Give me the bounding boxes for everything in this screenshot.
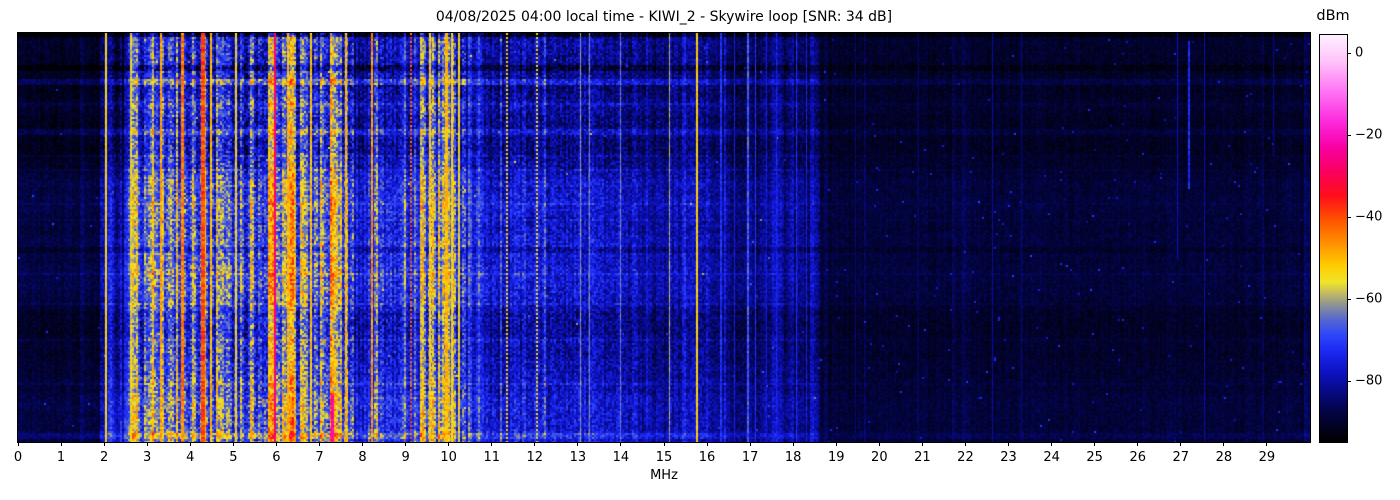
colorbar-tick-mark	[1347, 216, 1351, 218]
x-tick-label: 18	[784, 450, 802, 465]
colorbar-tick-label: 0	[1355, 45, 1364, 61]
x-tick-label: 24	[1043, 450, 1060, 465]
spectrogram-figure: 04/08/2025 04:00 local time - KIWI_2 - S…	[0, 0, 1400, 500]
colorbar-tick-label: −60	[1355, 291, 1383, 307]
x-tick-mark	[103, 442, 105, 446]
x-tick-label: 12	[526, 450, 544, 465]
colorbar-tick-label: −20	[1355, 127, 1383, 143]
x-tick-label: 17	[741, 450, 759, 465]
x-tick-mark	[405, 442, 407, 446]
x-tick-mark	[232, 442, 234, 446]
x-tick-mark	[878, 442, 880, 446]
x-tick-label: 1	[56, 450, 66, 465]
colorbar-gradient	[1320, 35, 1347, 442]
x-tick-mark	[706, 442, 708, 446]
x-tick-mark	[1180, 442, 1182, 446]
x-tick-mark	[1008, 442, 1010, 446]
x-tick-label: 4	[186, 450, 195, 465]
x-tick-label: 8	[358, 450, 367, 465]
x-tick-label: 15	[655, 450, 673, 465]
x-tick-mark	[362, 442, 364, 446]
x-tick-mark	[1094, 442, 1096, 446]
x-tick-mark	[577, 442, 579, 446]
x-tick-mark	[146, 442, 148, 446]
x-tick-label: 10	[440, 450, 457, 465]
x-axis-label: MHz	[650, 468, 678, 483]
x-tick-label: 19	[827, 450, 845, 465]
colorbar-tick-label: −40	[1355, 209, 1383, 225]
x-tick-mark	[1266, 442, 1268, 446]
colorbar-tick-mark	[1347, 298, 1351, 300]
x-tick-label: 26	[1129, 450, 1146, 465]
colorbar-unit-label: dBm	[1316, 8, 1350, 24]
x-tick-mark	[663, 442, 665, 446]
waterfall-heatmap	[18, 33, 1310, 442]
x-tick-label: 22	[957, 450, 974, 465]
x-tick-label: 3	[143, 450, 152, 465]
colorbar-tick-mark	[1347, 134, 1351, 136]
x-tick-mark	[17, 442, 19, 446]
x-tick-label: 14	[612, 450, 630, 465]
x-tick-mark	[1137, 442, 1139, 446]
x-tick-label: 28	[1215, 450, 1233, 465]
x-tick-mark	[448, 442, 450, 446]
x-tick-label: 6	[272, 450, 281, 465]
x-tick-mark	[921, 442, 923, 446]
x-tick-label: 27	[1172, 450, 1190, 465]
x-tick-mark	[189, 442, 191, 446]
x-tick-mark	[1051, 442, 1053, 446]
x-tick-mark	[491, 442, 493, 446]
x-tick-mark	[60, 442, 62, 446]
x-tick-label: 5	[229, 450, 238, 465]
x-tick-mark	[792, 442, 794, 446]
colorbar-tick-mark	[1347, 52, 1351, 54]
x-tick-label: 0	[13, 450, 23, 465]
plot-title: 04/08/2025 04:00 local time - KIWI_2 - S…	[435, 9, 893, 25]
x-tick-label: 16	[698, 450, 716, 465]
x-tick-mark	[534, 442, 536, 446]
x-tick-label: 20	[871, 450, 888, 465]
x-tick-label: 11	[483, 450, 500, 465]
x-tick-mark	[749, 442, 751, 446]
x-tick-label: 25	[1086, 450, 1103, 465]
x-tick-mark	[275, 442, 277, 446]
x-tick-label: 7	[315, 450, 324, 465]
x-tick-mark	[1223, 442, 1225, 446]
x-tick-label: 21	[914, 450, 931, 465]
x-tick-mark	[620, 442, 622, 446]
colorbar-tick-mark	[1347, 380, 1351, 382]
x-tick-label: 13	[569, 450, 587, 465]
x-tick-mark	[964, 442, 966, 446]
x-tick-mark	[318, 442, 320, 446]
x-tick-label: 23	[1000, 450, 1017, 465]
x-tick-mark	[835, 442, 837, 446]
x-tick-label: 29	[1258, 450, 1276, 465]
x-tick-label: 2	[99, 450, 109, 465]
colorbar-tick-label: −80	[1355, 373, 1383, 389]
x-tick-label: 9	[401, 450, 410, 465]
